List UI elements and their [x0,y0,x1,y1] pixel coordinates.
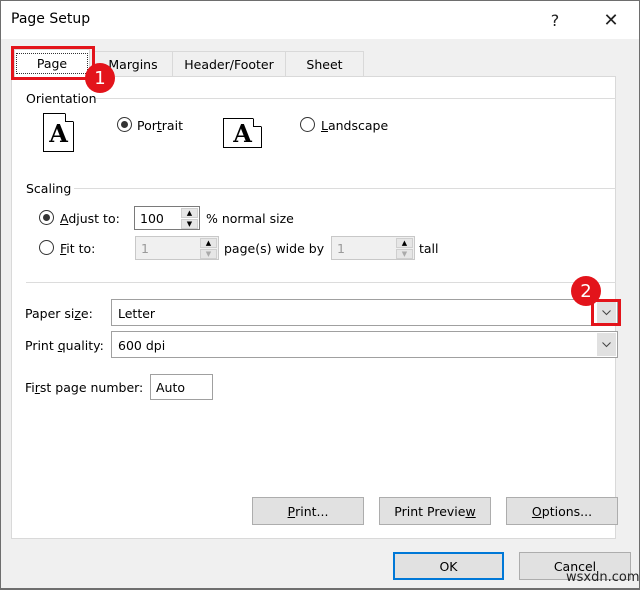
close-button[interactable]: ✕ [597,8,625,32]
pages-wide-by-label: page(s) wide by [224,241,325,256]
first-page-number-label: First page number: [25,380,144,395]
chevron-down-icon [602,341,611,347]
normal-size-label: % normal size [206,211,294,226]
paper-size-dropdown-button[interactable] [597,301,616,324]
spin-down-icon[interactable]: ▼ [181,219,198,229]
spin-up-icon[interactable]: ▲ [181,208,198,218]
portrait-label[interactable]: Portrait [137,118,183,133]
print-button[interactable]: Print... [252,497,364,525]
scaling-group-label: Scaling [26,181,72,196]
first-page-number-input[interactable]: Auto [150,374,213,400]
help-button[interactable]: ? [541,8,569,32]
chevron-down-icon [602,309,611,315]
fit-wide-spinner[interactable]: 1 ▲ ▼ [135,236,219,260]
portrait-page-icon: A [43,113,74,152]
paper-size-value: Letter [118,306,156,321]
spin-up-icon[interactable]: ▲ [396,238,413,248]
print-quality-select[interactable]: 600 dpi [111,331,618,358]
spin-down-icon[interactable]: ▼ [200,249,217,259]
page-tab-panel: Orientation A Portrait A Landscape Scali… [11,76,618,539]
fit-wide-value[interactable]: 1 [141,241,149,256]
dialog-title: Page Setup [11,11,91,27]
print-quality-value: 600 dpi [118,338,166,353]
orientation-divider [96,98,616,99]
tall-label: tall [419,241,439,256]
fit-tall-spinner[interactable]: 1 ▲ ▼ [331,236,415,260]
title-bar: Page Setup ? ✕ [1,1,639,39]
adjust-percent-spinner[interactable]: 100 ▲ ▼ [134,206,200,230]
paper-size-select[interactable]: Letter [111,299,618,326]
print-quality-label: Print quality: [25,338,104,353]
adjust-percent-value[interactable]: 100 [140,211,164,226]
scaling-divider [74,188,616,189]
options-button[interactable]: Options... [506,497,618,525]
print-preview-button[interactable]: Print Previe w [379,497,491,525]
annotation-badge-2: 2 [571,276,601,306]
adjust-to-label[interactable]: Adjust to: [60,211,120,226]
fit-to-label[interactable]: Fit to: [60,241,95,256]
paper-size-label: Paper size: [25,306,93,321]
page-setup-dialog: Page Setup ? ✕ Page Margins Header/Foote… [0,0,640,590]
tab-page[interactable]: Page [14,49,90,77]
tab-sheet-label: Sheet [306,57,343,72]
tab-header-footer[interactable]: Header/Footer [172,51,286,77]
tab-sheet[interactable]: Sheet [285,51,364,77]
close-icon: ✕ [603,9,619,31]
annotation-badge-1: 1 [85,63,115,93]
scaling-bottom-divider [26,282,616,283]
spin-down-icon[interactable]: ▼ [396,249,413,259]
portrait-radio[interactable] [117,117,132,132]
adjust-to-radio[interactable] [39,210,54,225]
orientation-group-label: Orientation [26,91,97,106]
fit-to-radio[interactable] [39,240,54,255]
landscape-page-icon: A [223,118,262,148]
tab-header-footer-label: Header/Footer [184,57,274,72]
ok-button[interactable]: OK [393,552,504,580]
watermark: wsxdn.com [566,570,640,585]
fit-tall-value[interactable]: 1 [337,241,345,256]
first-page-number-value[interactable]: Auto [156,380,185,395]
print-quality-dropdown-button[interactable] [597,333,616,356]
tab-margins-label: Margins [108,57,158,72]
landscape-radio[interactable] [300,117,315,132]
tab-page-label: Page [15,53,89,74]
spin-up-icon[interactable]: ▲ [200,238,217,248]
landscape-label[interactable]: Landscape [321,118,388,133]
